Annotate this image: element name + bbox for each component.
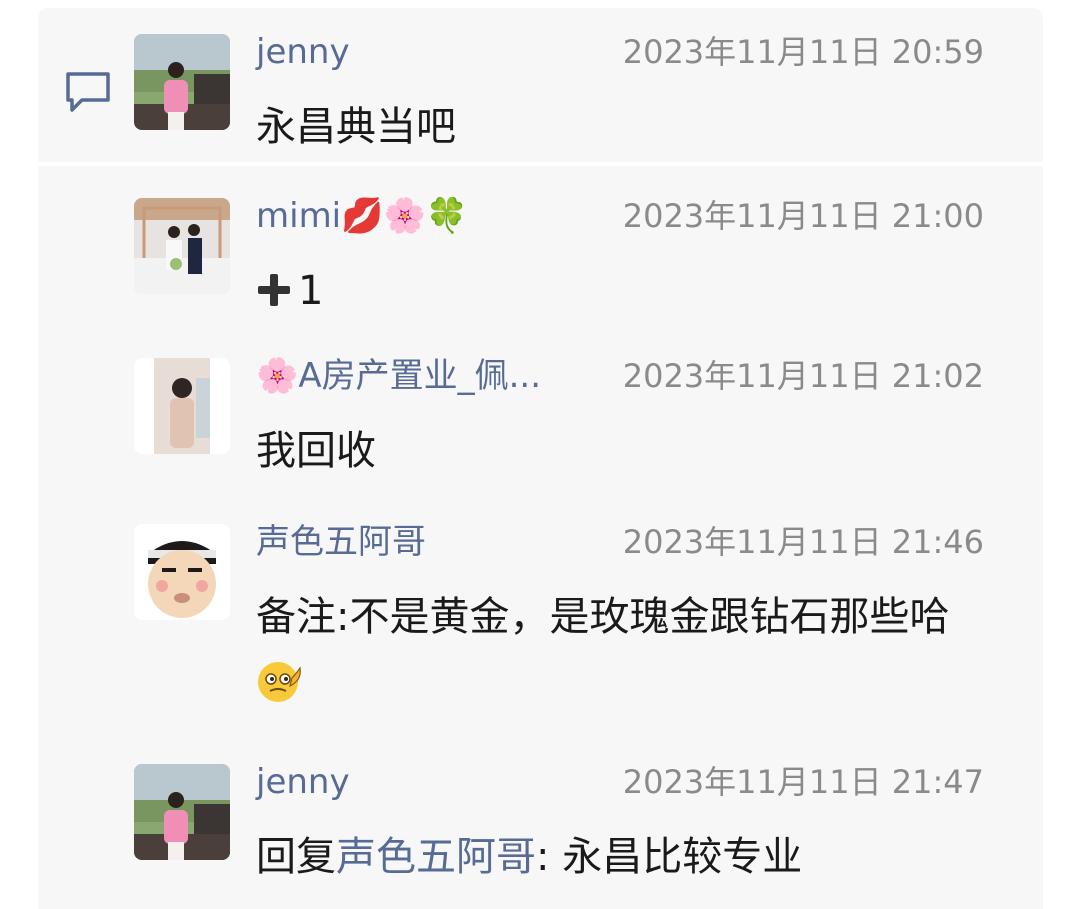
comment-text-value: : 永昌比较专业 (536, 834, 803, 880)
comment-text: 我回收 (256, 428, 376, 474)
comment-author[interactable]: jenny (256, 758, 350, 806)
comment-author[interactable]: mimi💋🌸🍀 (256, 192, 468, 240)
comment-author[interactable]: jenny (256, 28, 350, 76)
comment-text: 永昌典当吧 (256, 104, 456, 150)
comment-text: 备注:不是黄金，是玫瑰金跟钻石那些哈 (256, 584, 996, 716)
comment-text-value: 1 (298, 268, 324, 314)
avatar-a-property[interactable] (134, 358, 230, 454)
avatar-jenny[interactable] (134, 764, 230, 860)
avatar-jenny[interactable] (134, 34, 230, 130)
comment-author[interactable]: 声色五阿哥 (256, 518, 426, 566)
comment-timestamp: 2023年11月11日 21:02 (622, 357, 984, 395)
comments-divider (38, 162, 1043, 166)
comment-timestamp: 2023年11月11日 21:00 (622, 197, 984, 235)
comment-timestamp: 2023年11月11日 21:47 (622, 763, 984, 801)
flower-emoji: 🌸 (383, 196, 426, 236)
clover-emoji: 🍀 (425, 196, 469, 236)
avatar-shengse[interactable] (134, 524, 230, 620)
reply-prefix: 回复 (256, 834, 336, 880)
comment-timestamp: 2023年11月11日 21:46 (622, 523, 984, 561)
thinking-emoji (258, 662, 301, 702)
flower-emoji: 🌸 (256, 356, 299, 396)
author-name-text: mimi (256, 196, 342, 236)
avatar-mimi[interactable] (134, 198, 230, 294)
lips-emoji: 💋 (341, 196, 384, 236)
reply-to-link[interactable]: 声色五阿哥 (336, 834, 536, 880)
comment-author[interactable]: 🌸A房产置业_佩... (256, 352, 541, 400)
author-name-text: A房产置业_佩... (298, 356, 542, 396)
comment-text: 1 (256, 258, 996, 324)
plus-icon (256, 272, 292, 308)
comment-bubble-icon (66, 72, 110, 112)
comment-text: 回复声色五阿哥: 永昌比较专业 (256, 824, 996, 890)
comment-timestamp: 2023年11月11日 20:59 (622, 33, 984, 71)
comment-text-value: 备注:不是黄金，是玫瑰金跟钻石那些哈 (256, 594, 950, 640)
